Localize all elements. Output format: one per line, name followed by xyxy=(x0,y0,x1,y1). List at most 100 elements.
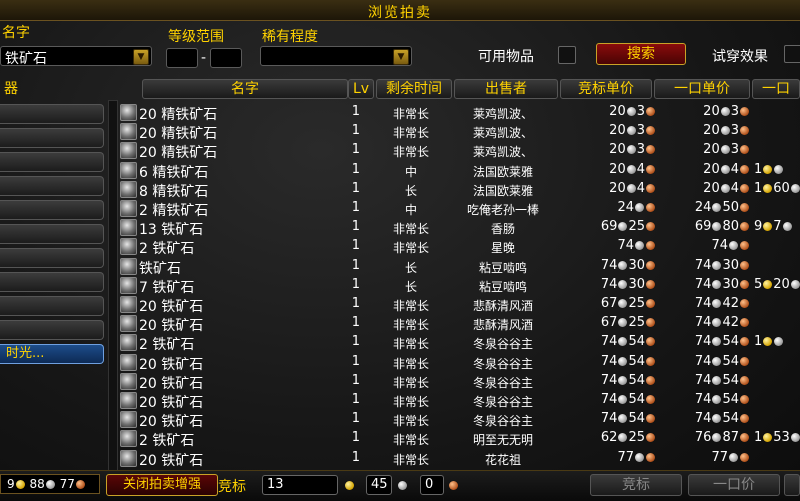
category-item-selected[interactable]: 时光... xyxy=(0,344,104,364)
column-header-bid-price[interactable]: 竞标单价 xyxy=(560,79,652,99)
item-name: 20 铁矿石 xyxy=(139,375,204,392)
item-name: 20 精铁矿石 xyxy=(139,107,218,123)
copper-coin-icon xyxy=(646,375,655,385)
table-row[interactable]: 20 铁矿石 1 非常长 冬泉谷谷主 74 54 74 54 xyxy=(118,372,800,392)
table-row[interactable]: 13 铁矿石 1 非常长 香肠 69 25 69 80 9 7 xyxy=(118,218,800,238)
table-row[interactable]: 铁矿石 1 长 粘豆啮鸣 74 30 74 30 xyxy=(118,257,800,277)
column-header-buyout-price[interactable]: 一口单价 xyxy=(654,79,750,99)
category-item[interactable] xyxy=(0,248,104,268)
level-min-input[interactable] xyxy=(166,48,198,68)
item-time-left: 非常长 xyxy=(392,452,429,467)
silver-coin-icon xyxy=(720,183,730,193)
price-minor: 54 xyxy=(628,411,645,427)
category-scrollbar[interactable] xyxy=(108,100,118,472)
column-header-time-left[interactable]: 剩余时间 xyxy=(376,79,452,99)
ore-icon xyxy=(120,372,137,390)
bid-button[interactable]: 竞标 xyxy=(590,474,682,496)
silver-coin-icon xyxy=(712,260,722,270)
buyout-total: 5 20 xyxy=(754,277,800,293)
ore-icon xyxy=(120,411,137,429)
level-separator: - xyxy=(201,50,207,66)
item-seller: 冬泉谷谷主 xyxy=(472,414,533,429)
category-item[interactable] xyxy=(0,224,104,244)
bid-gold-input[interactable]: 13 xyxy=(262,475,338,495)
bid-price: 74 xyxy=(568,238,656,254)
price-minor: 4 xyxy=(636,161,645,177)
category-item[interactable] xyxy=(0,296,104,316)
close-button-partial[interactable] xyxy=(784,474,800,496)
usable-items-checkbox[interactable] xyxy=(558,46,576,64)
table-row[interactable]: 8 精铁矿石 1 长法国欧莱雅 20 4 20 4 1 60 xyxy=(118,180,800,200)
category-item[interactable] xyxy=(0,320,104,340)
copper-coin-icon xyxy=(646,107,655,116)
category-item[interactable] xyxy=(0,152,104,172)
table-row[interactable]: 20 铁矿石 1 非常长 悲酥清风酒 67 25 74 42 xyxy=(118,314,800,334)
price-minor: 54 xyxy=(628,353,645,369)
category-item[interactable] xyxy=(0,272,104,292)
category-item[interactable] xyxy=(0,104,104,124)
bid-price: 74 54 xyxy=(568,373,656,389)
table-row[interactable]: 2 铁矿石 1 非常长 冬泉谷谷主 74 54 74 54 1 xyxy=(118,333,800,354)
rarity-label: 稀有程度 xyxy=(262,29,318,45)
table-row[interactable]: 20 精铁矿石 1 非常长 莱鸡凯波、 20 3 20 3 xyxy=(118,141,800,161)
price-minor: 4 xyxy=(636,180,645,196)
column-header-name[interactable]: 名字 xyxy=(142,79,348,99)
item-name: 2 铁矿石 xyxy=(139,337,195,354)
rarity-dropdown-button[interactable]: ▼ xyxy=(393,49,409,65)
gold-coin-icon xyxy=(763,433,773,443)
price-major: 74 xyxy=(617,238,634,254)
player-money: 9 88 77 xyxy=(0,474,100,494)
bid-silver-input[interactable]: 45 xyxy=(366,475,392,495)
table-row[interactable]: 20 铁矿石 1 非常长 花花祖 77 77 xyxy=(118,449,800,469)
table-row[interactable]: 20 铁矿石 1 非常长 冬泉谷谷主 74 54 74 54 xyxy=(118,353,800,373)
buyout-button[interactable]: 一口价 xyxy=(688,474,780,496)
item-time-left: 中 xyxy=(404,203,417,217)
table-row[interactable]: 20 铁矿石 1 非常长 悲酥清风酒 67 25 74 42 xyxy=(118,295,800,315)
buyout-total xyxy=(754,296,800,312)
bid-price: 74 30 xyxy=(568,277,656,293)
table-row[interactable]: 20 铁矿石 1 非常长 冬泉谷谷主 74 54 74 54 xyxy=(118,391,800,411)
item-level: 1 xyxy=(351,200,360,215)
price-minor: 3 xyxy=(730,123,739,139)
category-item[interactable] xyxy=(0,176,104,196)
item-level: 1 xyxy=(351,296,360,311)
preview-checkbox[interactable] xyxy=(784,45,800,63)
bid-copper-input[interactable]: 0 xyxy=(420,475,444,495)
level-max-input[interactable] xyxy=(210,48,242,68)
preview-label: 试穿效果 xyxy=(712,49,768,65)
price-minor: 30 xyxy=(628,276,645,292)
bid-price: 20 3 xyxy=(568,104,656,120)
name-input[interactable]: 铁矿石 ▼ xyxy=(0,46,152,67)
table-row[interactable]: 2 铁矿石 1 非常长 明至无无明 62 25 76 87 1 53 xyxy=(118,429,800,449)
name-dropdown-button[interactable]: ▼ xyxy=(133,49,149,65)
table-row[interactable]: 2 铁矿石 1 非常长 星晚 74 74 xyxy=(118,237,800,257)
column-header-level[interactable]: Lv xyxy=(348,79,374,99)
search-button[interactable]: 搜索 xyxy=(596,43,686,65)
item-level: 1 xyxy=(351,257,360,273)
bid-price: 74 54 xyxy=(568,354,656,370)
table-row[interactable]: 7 铁矿石 1 长 粘豆啮鸣 74 30 74 30 5 20 xyxy=(118,276,800,296)
table-row[interactable]: 6 精铁矿石 1 中法国欧莱雅 20 4 20 4 1 xyxy=(118,161,800,181)
category-item[interactable] xyxy=(0,200,104,220)
price-major: 77 xyxy=(711,449,728,465)
price-major: 74 xyxy=(694,315,712,331)
table-row[interactable]: 20 铁矿石 1 非常长 冬泉谷谷主 74 54 74 54 xyxy=(118,410,800,430)
copper-coin-icon xyxy=(740,433,749,443)
column-header-buyout-total[interactable]: 一口 xyxy=(752,79,800,99)
table-row[interactable]: 20 精铁矿石 1 非常长 莱鸡凯波、 20 3 20 3 xyxy=(118,122,800,142)
price-major: 74 xyxy=(694,392,712,407)
price-major: 20 xyxy=(609,161,626,177)
name-label: 名字 xyxy=(2,25,30,41)
item-seller: 莱鸡凯波、 xyxy=(472,107,533,121)
category-item[interactable] xyxy=(0,128,104,148)
column-header-seller[interactable]: 出售者 xyxy=(454,79,558,99)
close-auction-enhance-button[interactable]: 关闭拍卖增强 xyxy=(106,474,218,496)
silver-coin-icon xyxy=(626,183,636,193)
table-row[interactable]: 20 精铁矿石 1 非常长 莱鸡凯波、 20 3 20 3 xyxy=(118,103,800,123)
silver-coin-icon xyxy=(712,433,722,443)
table-row[interactable]: 2 精铁矿石 1 中 吃俺老孙一棒 24 24 50 xyxy=(118,199,800,219)
silver-coin-icon xyxy=(712,318,722,328)
price-minor: 54 xyxy=(722,392,739,407)
buyout-total: 1 60 xyxy=(754,181,800,197)
rarity-select[interactable]: ▼ xyxy=(260,46,412,66)
